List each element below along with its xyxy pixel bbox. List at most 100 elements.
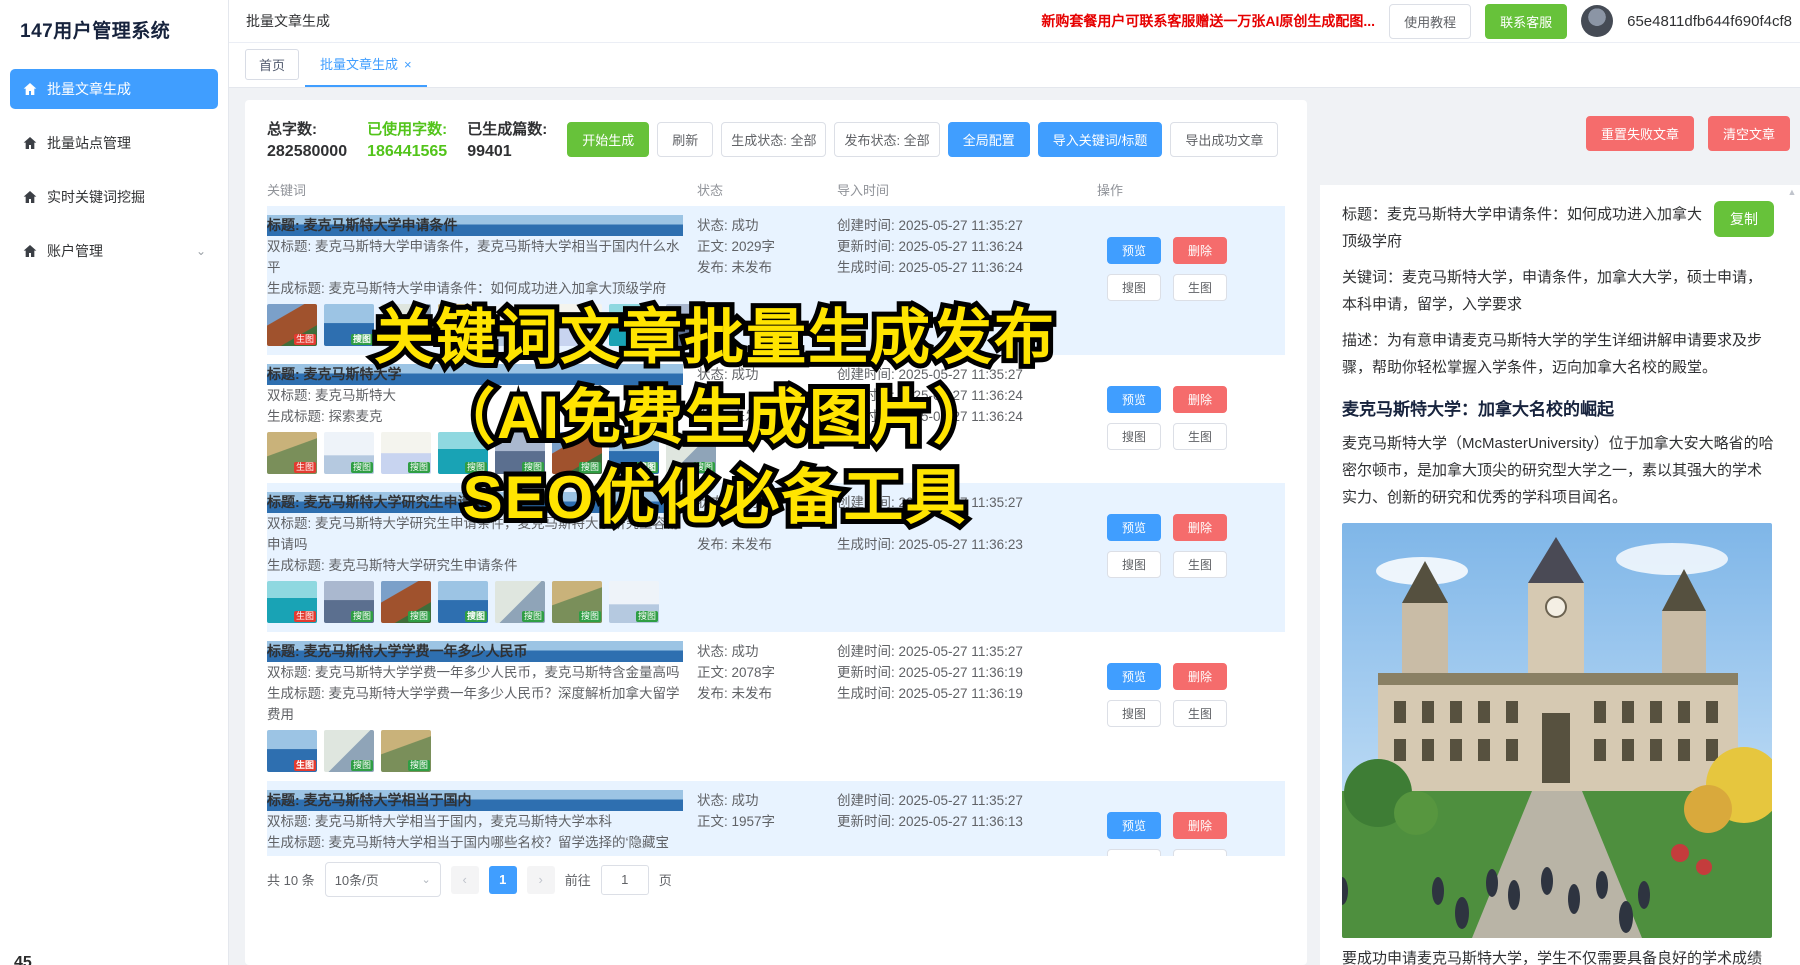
article-thumbnail[interactable]: 搜图	[609, 432, 659, 474]
preview-button[interactable]: 预览	[1107, 237, 1161, 264]
start-generate-button[interactable]: 开始生成	[567, 122, 649, 157]
article-thumbnail[interactable]: 生图	[267, 432, 317, 474]
article-thumbnail[interactable]: 搜图	[609, 581, 659, 623]
delete-button[interactable]: 删除	[1173, 514, 1227, 541]
breadcrumb: 批量文章生成	[246, 11, 330, 31]
preview-button[interactable]: 预览	[1107, 812, 1161, 839]
search-image-button[interactable]: 搜图	[1107, 423, 1161, 450]
article-thumbnail[interactable]: 搜图	[381, 581, 431, 623]
delete-button[interactable]: 删除	[1173, 663, 1227, 690]
article-thumbnail[interactable]: 搜图	[609, 304, 659, 346]
scrollbar[interactable]: ▲	[1787, 187, 1797, 307]
contact-support-button[interactable]: 联系客服	[1485, 4, 1567, 39]
status-cell: 状态: 成功正文: 2029字发布: 未发布	[697, 215, 837, 346]
generate-image-button[interactable]: 生图	[1173, 849, 1227, 856]
article-thumbnail[interactable]: 搜图	[495, 432, 545, 474]
article-thumbnail[interactable]: 搜图	[438, 304, 488, 346]
import-keywords-button[interactable]: 导入关键词/标题	[1038, 122, 1163, 157]
search-image-tag: 搜图	[465, 334, 487, 345]
article-thumbnail[interactable]: 搜图	[552, 304, 602, 346]
tutorial-button[interactable]: 使用教程	[1389, 4, 1471, 39]
delete-button[interactable]: 删除	[1173, 812, 1227, 839]
article-double-title: 双标题: 麦克马斯特大学研究生申请条件，麦克马斯特大学研究生容易申请吗	[267, 513, 683, 555]
table-header: 关键词 状态 导入时间 操作	[267, 180, 1285, 199]
article-thumbnail[interactable]: 生图	[267, 581, 317, 623]
tab-batch-article[interactable]: 批量文章生成×	[305, 46, 427, 87]
article-thumbnail[interactable]: 搜图	[438, 581, 488, 623]
sidebar-item-batch-article[interactable]: 批量文章生成	[10, 69, 218, 109]
row-word-count	[697, 513, 837, 534]
per-page-select[interactable]: 10条/页 ⌄	[325, 862, 441, 897]
article-thumbnail[interactable]: 搜图	[552, 432, 602, 474]
article-thumbnail[interactable]: 搜图	[552, 581, 602, 623]
search-image-tag: 搜图	[408, 611, 430, 622]
select-value: 10条/页	[335, 870, 379, 889]
generate-image-button[interactable]: 生图	[1173, 700, 1227, 727]
article-thumbnail[interactable]: 搜图	[666, 304, 716, 346]
search-image-button[interactable]: 搜图	[1107, 700, 1161, 727]
article-title: 标题: 麦克马斯特大学研究生申请条件	[267, 492, 683, 513]
promo-notice[interactable]: 新购套餐用户可联系客服赠送一万张AI原创生成配图...	[1041, 11, 1375, 31]
article-thumbnail[interactable]: 搜图	[324, 432, 374, 474]
article-thumbnail[interactable]: 搜图	[495, 581, 545, 623]
article-thumbnail[interactable]: 生图	[267, 730, 317, 772]
search-image-tag: 搜图	[351, 611, 373, 622]
article-thumbnail[interactable]: 搜图	[666, 432, 716, 474]
row-updated-time: 更新时间: 2025-05-27 11:36:24	[837, 385, 1097, 406]
article-thumbnail[interactable]: 搜图	[324, 730, 374, 772]
generate-image-button[interactable]: 生图	[1173, 551, 1227, 578]
article-title: 标题: 麦克马斯特大学申请条件	[267, 215, 683, 236]
search-image-button[interactable]: 搜图	[1107, 551, 1161, 578]
delete-button[interactable]: 删除	[1173, 386, 1227, 413]
preview-description: 描述：为有意申请麦克马斯特大学的学生详细讲解申请要求及步骤，帮助你轻松掌握入学条…	[1342, 327, 1776, 381]
current-page[interactable]: 1	[489, 866, 517, 894]
avatar[interactable]	[1581, 5, 1613, 37]
generate-image-button[interactable]: 生图	[1173, 423, 1227, 450]
generate-image-button[interactable]: 生图	[1173, 274, 1227, 301]
search-image-button[interactable]: 搜图	[1107, 849, 1161, 856]
copy-button[interactable]: 复制	[1714, 201, 1774, 237]
page-goto-input[interactable]	[601, 865, 649, 895]
article-thumbnail[interactable]: 搜图	[495, 304, 545, 346]
article-thumbnail[interactable]: 搜图	[381, 730, 431, 772]
clear-articles-button[interactable]: 清空文章	[1708, 116, 1790, 151]
search-image-tag: 搜图	[693, 334, 715, 345]
article-thumbnail[interactable]: 搜图	[381, 304, 431, 346]
article-thumbnail[interactable]: 搜图	[324, 581, 374, 623]
search-image-button[interactable]: 搜图	[1107, 274, 1161, 301]
row-publish-status: 发布: 未发布	[697, 257, 837, 278]
publish-status-select[interactable]: 发布状态: 全部	[834, 122, 939, 157]
col-import-time: 导入时间	[837, 180, 1097, 199]
search-image-tag: 搜图	[636, 334, 658, 345]
article-thumbnail[interactable]: 搜图	[324, 304, 374, 346]
prev-page-button[interactable]: ‹	[451, 866, 479, 894]
article-thumbnail[interactable]: 搜图	[381, 432, 431, 474]
row-word-count: 正文: 2029字	[697, 236, 837, 257]
reset-failed-button[interactable]: 重置失败文章	[1586, 116, 1694, 151]
col-status: 状态	[697, 180, 837, 199]
delete-button[interactable]: 删除	[1173, 237, 1227, 264]
search-image-tag: 搜图	[636, 611, 658, 622]
refresh-button[interactable]: 刷新	[657, 122, 713, 157]
sidebar-item-account[interactable]: 账户管理 ⌄	[10, 231, 218, 271]
sidebar-item-batch-site[interactable]: 批量站点管理	[10, 123, 218, 163]
article-thumbnail[interactable]: 生图	[267, 304, 317, 346]
article-double-title: 双标题: 麦克马斯特大学相当于国内，麦克马斯特大学本科	[267, 811, 683, 832]
preview-button[interactable]: 预览	[1107, 386, 1161, 413]
sidebar-item-label: 账户管理	[47, 241, 103, 261]
preview-button[interactable]: 预览	[1107, 663, 1161, 690]
article-thumbnail[interactable]: 搜图	[438, 432, 488, 474]
generate-status-select[interactable]: 生成状态: 全部	[721, 122, 826, 157]
search-image-tag: 搜图	[693, 462, 715, 473]
export-success-button[interactable]: 导出成功文章	[1170, 122, 1278, 157]
tab-home[interactable]: 首页	[245, 49, 299, 80]
sidebar-item-keyword-mining[interactable]: 实时关键词挖掘	[10, 177, 218, 217]
article-double-title: 双标题: 麦克马斯特大学学费一年多少人民币，麦克马斯特含金量高吗	[267, 662, 683, 683]
close-icon[interactable]: ×	[404, 57, 412, 72]
row-updated-time	[837, 513, 1097, 534]
stat-label: 已生成篇数:	[467, 118, 547, 139]
global-config-button[interactable]: 全局配置	[948, 122, 1030, 157]
preview-button[interactable]: 预览	[1107, 514, 1161, 541]
next-page-button[interactable]: ›	[527, 866, 555, 894]
row-generated-time: 生成时间: 2025-05-27 11:36:19	[837, 683, 1097, 704]
